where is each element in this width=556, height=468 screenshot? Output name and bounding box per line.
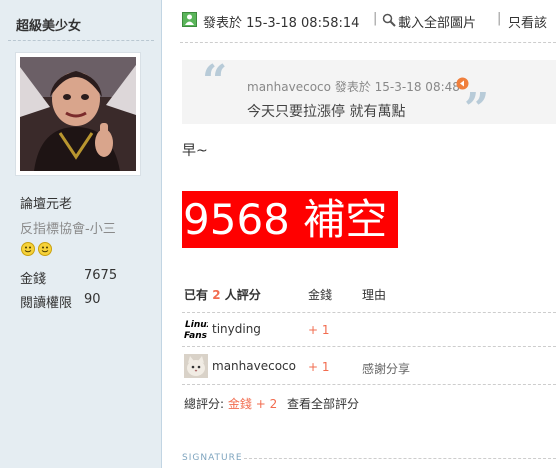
rating-header-prefix: 已有	[184, 288, 209, 302]
posted-label: 發表於	[203, 16, 243, 31]
cat-avatar-icon[interactable]	[184, 354, 208, 378]
author-divider	[8, 40, 154, 41]
online-status-icon	[182, 12, 197, 27]
rating-count: 2	[212, 288, 221, 302]
meta-divider: |	[497, 11, 502, 26]
rater-name[interactable]: manhavecoco	[212, 359, 296, 373]
magnifier-icon	[382, 13, 396, 27]
rating-amount: + 1	[308, 323, 330, 337]
quote-open-icon: “	[202, 56, 228, 107]
quote-close-icon: ”	[464, 84, 490, 135]
post-text: 早~	[182, 143, 208, 159]
stat-permission-label: 閱讀權限	[20, 296, 73, 311]
stat-permission-value: 90	[84, 292, 101, 307]
post-time: 發表於 15-3-18 08:58:14	[203, 12, 359, 31]
svg-text:Linux: Linux	[185, 320, 208, 330]
rating-amount: + 1	[308, 360, 330, 374]
rating-total: 總評分: 金錢 + 2	[184, 395, 277, 412]
rater-name[interactable]: tinyding	[212, 322, 261, 336]
stat-money-label: 金錢	[20, 272, 47, 287]
quote-posted-time: 15-3-18 08:48	[374, 80, 460, 94]
stat-money-value: 7675	[84, 268, 118, 283]
rating-col-reason: 理由	[362, 288, 387, 302]
svg-text:Fans: Fans	[184, 331, 208, 341]
rating-header: 已有 2 人評分	[184, 286, 261, 303]
rating-row-divider	[182, 312, 556, 313]
rating-header-suffix: 人評分	[224, 288, 261, 302]
author-rank[interactable]: 論壇元老	[20, 193, 72, 212]
posted-time-value: 15-3-18 08:58:14	[246, 16, 360, 31]
smiley-icon	[21, 242, 35, 256]
highlighted-text: 9568 補空	[182, 191, 398, 248]
rating-col-money: 金錢	[308, 288, 333, 302]
rating-total-item: 金錢	[227, 397, 252, 411]
only-see-author-link[interactable]: 只看該	[508, 12, 547, 31]
meta-divider-line	[180, 42, 556, 43]
quote-author[interactable]: manhavecoco	[247, 80, 331, 94]
avatar-image	[20, 57, 136, 171]
view-all-ratings-link[interactable]: 查看全部評分	[287, 395, 359, 412]
signature-label: SIGNATURE	[182, 453, 243, 463]
post-meta-bar: 發表於 15-3-18 08:58:14 | 載入全部圖片 | 只看該	[162, 8, 556, 32]
author-avatar[interactable]	[15, 52, 141, 176]
rating-reason: 感謝分享	[362, 362, 411, 376]
smiley-icon	[38, 242, 52, 256]
post-content-area: 發表於 15-3-18 08:58:14 | 載入全部圖片 | 只看該 “ ma…	[162, 0, 556, 468]
rating-total-value: + 2	[255, 397, 278, 411]
author-custom-title: 反指標協會-小三	[20, 222, 116, 237]
quote-attribution: manhavecoco 發表於 15-3-18 08:48	[247, 78, 460, 95]
author-name[interactable]: 超級美少女	[16, 15, 81, 34]
linux-fans-avatar-icon[interactable]: Linux Fans	[184, 317, 208, 341]
load-all-images-link[interactable]: 載入全部圖片	[398, 12, 476, 31]
signature-divider	[244, 458, 556, 459]
quote-block: “ manhavecoco 發表於 15-3-18 08:48 今天只要拉漲停 …	[182, 56, 556, 132]
rating-row-divider	[182, 346, 556, 347]
quote-posted-label: 發表於	[334, 80, 371, 94]
rating-total-label: 總評分:	[184, 397, 225, 411]
rating-row-divider	[182, 384, 556, 385]
author-sidebar: 超級美少女 論壇元老 反指標協會-小三 金錢 7675 閱讀權限 90	[0, 0, 162, 468]
meta-divider: |	[373, 11, 378, 26]
quote-body: 今天只要拉漲停 就有萬點	[247, 104, 406, 120]
